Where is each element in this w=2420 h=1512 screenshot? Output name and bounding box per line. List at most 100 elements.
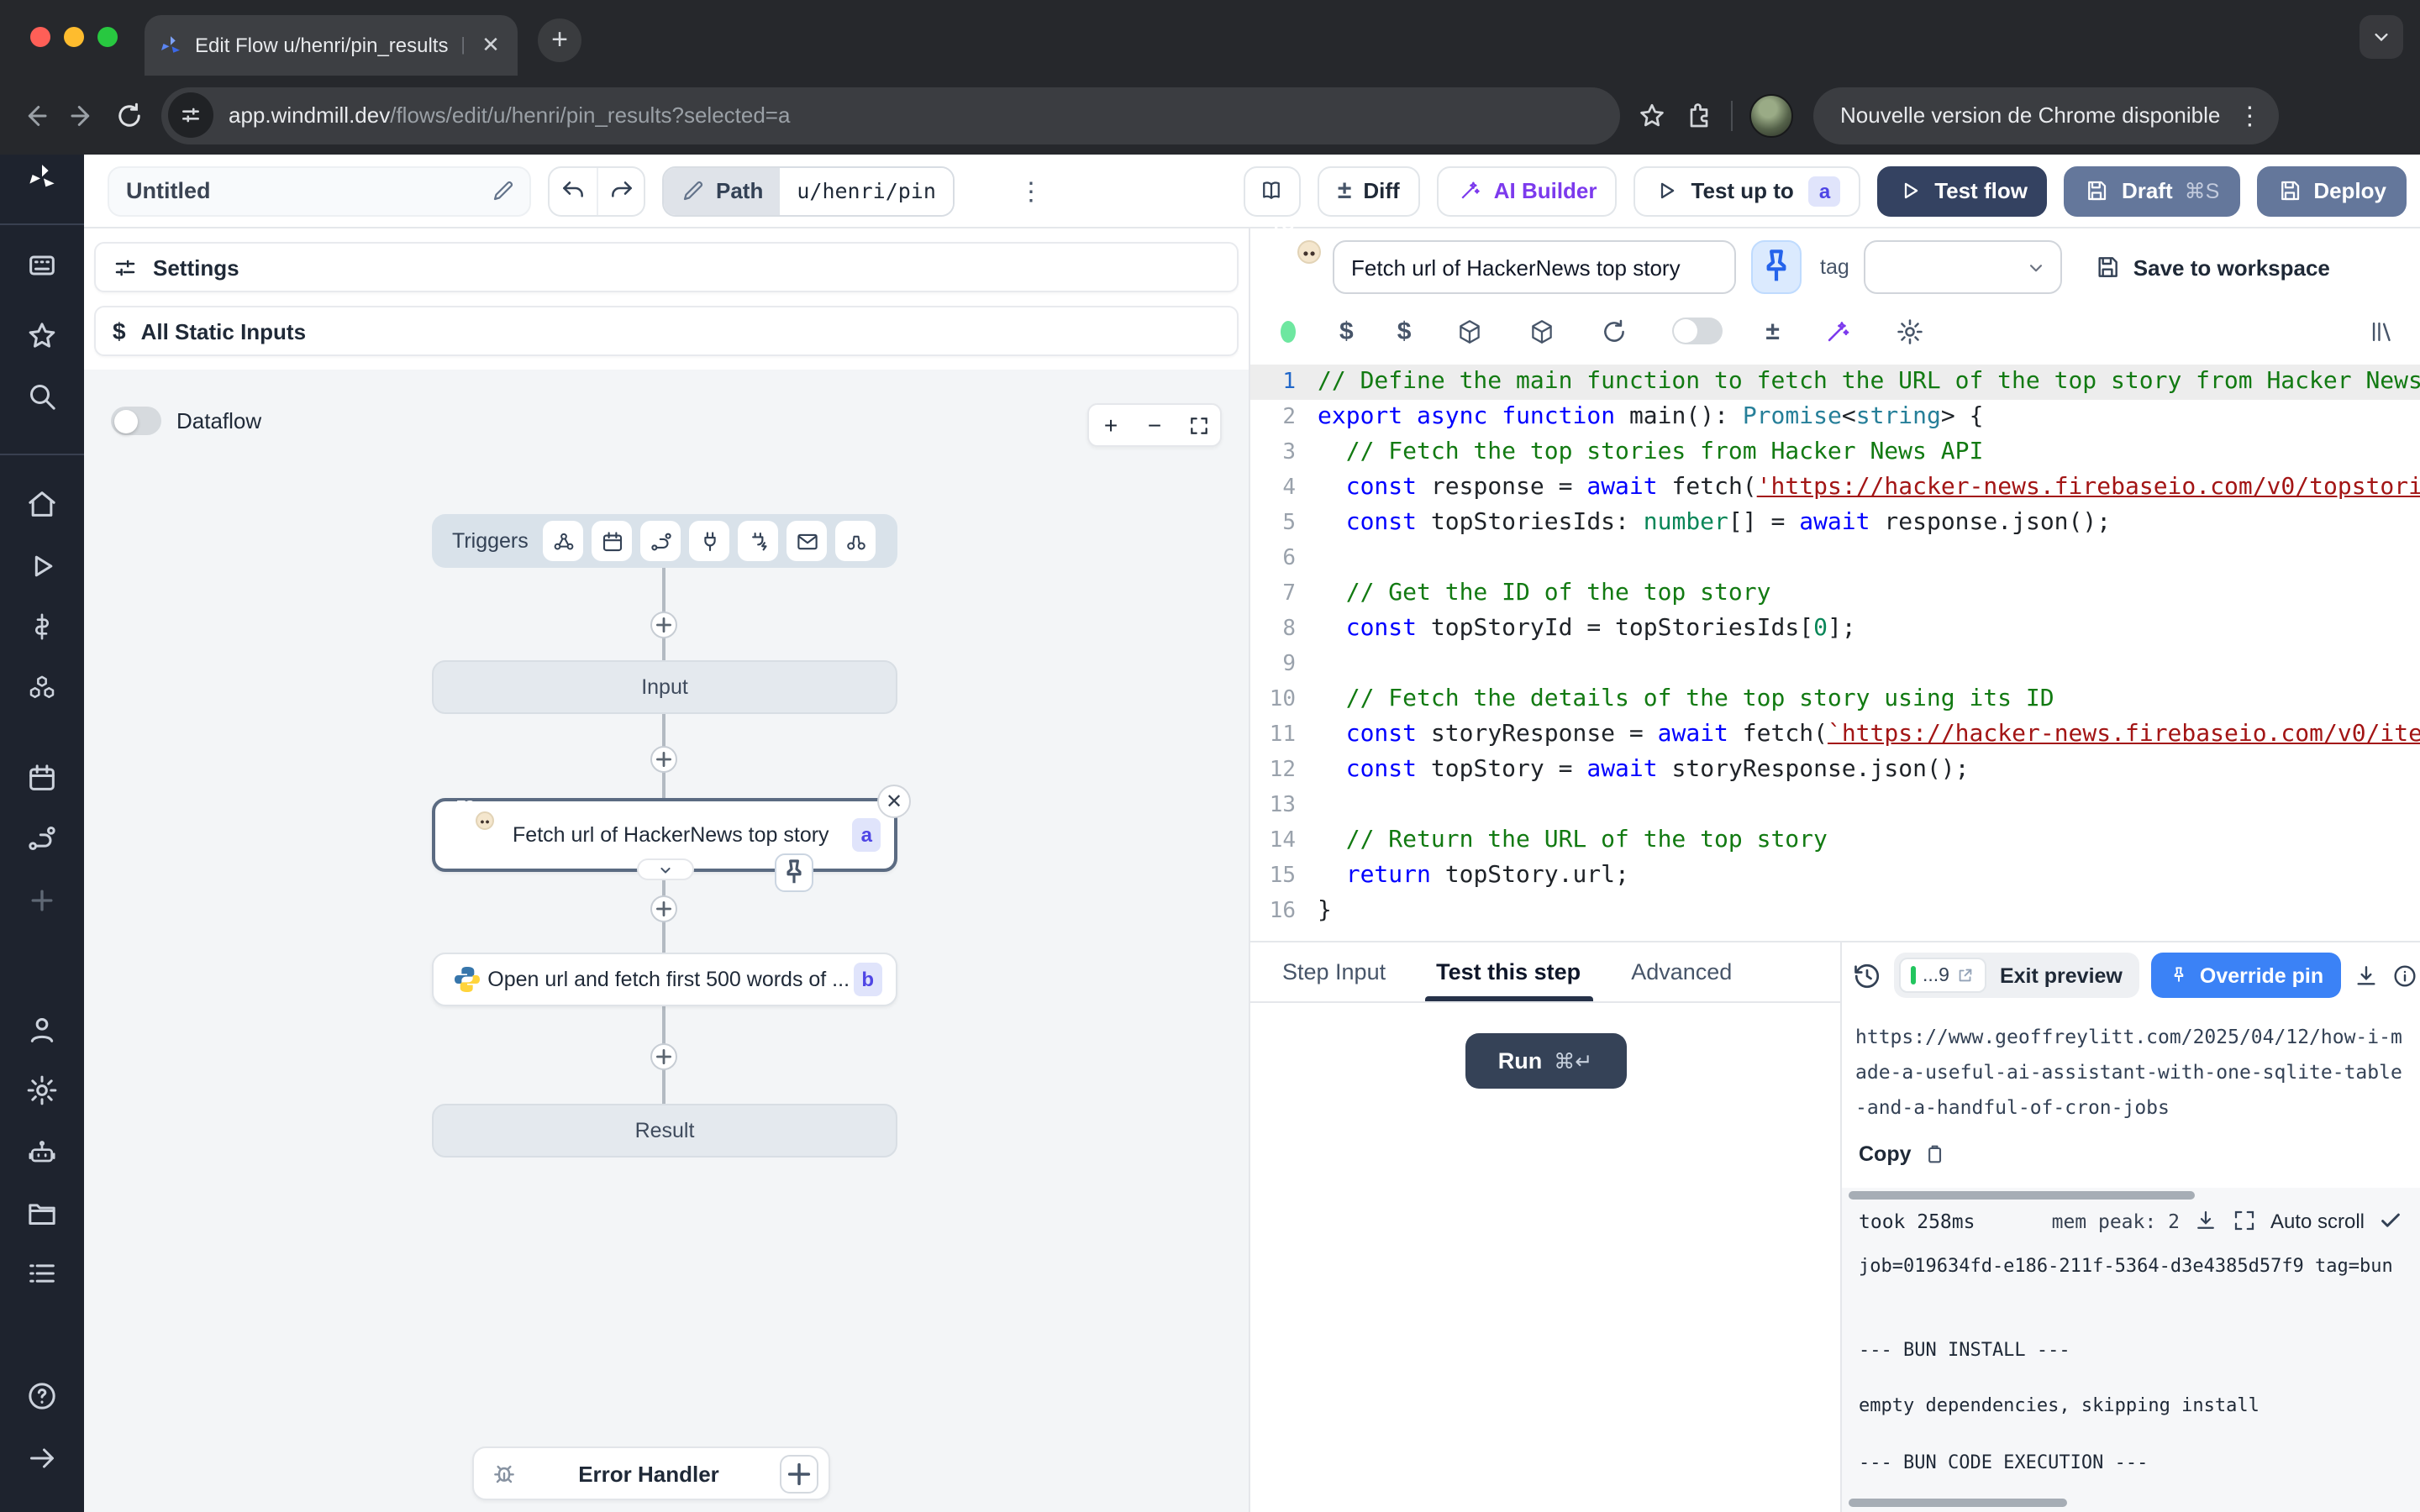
collapse-step-chevron[interactable] — [636, 858, 693, 880]
download-result-icon[interactable] — [2352, 962, 2379, 989]
horizontal-scrollbar[interactable] — [1849, 1499, 2067, 1507]
pin-button[interactable] — [1751, 240, 1802, 294]
diff-mode-icon[interactable]: ± — [1765, 317, 1779, 345]
all-static-inputs-row[interactable]: $ All Static Inputs — [94, 306, 1239, 356]
sidebar-item-routes-icon[interactable] — [25, 822, 59, 855]
sidebar-item-search-icon[interactable] — [25, 380, 59, 413]
dollar-icon[interactable]: $ — [1339, 317, 1354, 345]
remove-step-icon[interactable]: ✕ — [877, 785, 911, 818]
flow-settings-row[interactable]: Settings — [94, 242, 1239, 292]
library-icon[interactable] — [2368, 317, 2396, 345]
status-dot-icon[interactable] — [1281, 320, 1296, 342]
poll-trigger-icon[interactable] — [836, 521, 876, 561]
code-line-4[interactable]: 4 const response = await fetch('https://… — [1250, 470, 2420, 506]
horizontal-scrollbar[interactable] — [1849, 1191, 2195, 1200]
address-bar[interactable]: app.windmill.dev/flows/edit/u/henri/pin_… — [161, 87, 1620, 144]
code-line-5[interactable]: 5 const topStoriesIds: number[] = await … — [1250, 506, 2420, 541]
exit-preview-button[interactable]: Exit preview — [2000, 963, 2134, 987]
fit-view-button[interactable] — [1176, 403, 1220, 447]
sidebar-item-collapse-icon[interactable] — [25, 1441, 59, 1475]
result-url-text[interactable]: https://www.geoffreylitt.com/2025/04/12/… — [1855, 1020, 2407, 1126]
docs-book-button[interactable] — [1244, 165, 1301, 216]
webhook-trigger-icon[interactable] — [544, 521, 584, 561]
override-pin-button[interactable]: Override pin — [2151, 953, 2340, 998]
reload-button[interactable] — [114, 100, 145, 130]
sidebar-item-help-icon[interactable] — [25, 1379, 59, 1413]
toggle-icon[interactable] — [1671, 318, 1722, 344]
info-circle-icon[interactable] — [2391, 962, 2417, 989]
run-button[interactable]: Run ⌘↵ — [1465, 1033, 1626, 1089]
copy-result-button[interactable]: Copy — [1859, 1142, 2407, 1166]
input-node[interactable]: Input — [432, 660, 897, 714]
maximize-window-button[interactable] — [97, 27, 118, 47]
tab-close-icon[interactable]: ✕ — [477, 32, 504, 59]
browser-tab[interactable]: Edit Flow u/henri/pin_results | ✕ — [145, 15, 518, 76]
chrome-update-button[interactable]: Nouvelle version de Chrome disponible ⋮ — [1813, 87, 2279, 144]
expand-logs-icon[interactable] — [2232, 1208, 2257, 1233]
code-line-8[interactable]: 8 const topStoryId = topStoriesIds[0]; — [1250, 612, 2420, 647]
extensions-puzzle-icon[interactable] — [1684, 100, 1714, 130]
path-selector[interactable]: Path u/henri/pin — [662, 165, 955, 216]
external-link-icon[interactable] — [1956, 966, 1975, 984]
code-line-15[interactable]: 15 return topStory.url; — [1250, 858, 2420, 894]
sidebar-item-logs-icon[interactable] — [25, 1257, 59, 1290]
sidebar-item-favorites-icon[interactable] — [25, 319, 59, 353]
code-editor[interactable]: 1// Define the main function to fetch th… — [1250, 356, 2420, 941]
code-line-12[interactable]: 12 const topStory = await storyResponse.… — [1250, 753, 2420, 788]
flow-summary-input[interactable]: Untitled — [108, 165, 531, 216]
tab-step-input[interactable]: Step Input — [1260, 942, 1407, 1001]
add-step-button[interactable] — [650, 1043, 677, 1070]
redo-button[interactable] — [597, 167, 644, 214]
package-icon[interactable] — [1455, 317, 1483, 345]
add-step-button[interactable] — [650, 612, 677, 638]
websocket-trigger-icon[interactable] — [690, 521, 730, 561]
profile-avatar[interactable] — [1749, 93, 1793, 137]
more-options-kebab-icon[interactable]: ⋮ — [1012, 176, 1050, 206]
tag-select[interactable] — [1865, 240, 2063, 294]
dollar-icon[interactable]: $ — [1397, 317, 1412, 345]
step-summary-input[interactable]: Fetch url of HackerNews top story — [1333, 240, 1736, 294]
download-logs-icon[interactable] — [2193, 1208, 2218, 1233]
diff-button[interactable]: ± Diff — [1318, 165, 1420, 216]
code-line-14[interactable]: 14 // Return the URL of the top story — [1250, 823, 2420, 858]
pin-badge-icon[interactable] — [775, 853, 813, 892]
code-line-10[interactable]: 10 // Fetch the details of the top story… — [1250, 682, 2420, 717]
sidebar-item-variables-icon[interactable] — [25, 610, 59, 643]
sidebar-item-settings-icon[interactable] — [25, 1074, 59, 1107]
code-line-7[interactable]: 7 // Get the ID of the top story — [1250, 576, 2420, 612]
window-menu-button[interactable] — [2360, 15, 2403, 59]
sidebar-item-apps-icon[interactable] — [25, 249, 59, 282]
test-up-to-button[interactable]: Test up to a — [1634, 165, 1861, 216]
bookmark-star-icon[interactable] — [1637, 100, 1667, 130]
email-trigger-icon[interactable] — [787, 521, 828, 561]
step-node-a[interactable]: TS Fetch url of HackerNews top story a ✕ — [432, 798, 897, 872]
ai-builder-button[interactable]: AI Builder — [1437, 165, 1618, 216]
deploy-button[interactable]: Deploy — [2256, 165, 2407, 216]
sidebar-item-workers-icon[interactable] — [25, 1136, 59, 1169]
reset-icon[interactable] — [1599, 317, 1628, 345]
package-icon[interactable] — [1527, 317, 1555, 345]
history-icon[interactable] — [1852, 960, 1882, 990]
tab-test-this-step[interactable]: Test this step — [1414, 942, 1602, 1001]
log-lines[interactable]: job=019634fd-e186-211f-5364-d3e4385d57f9… — [1859, 1253, 2403, 1478]
zoom-in-button[interactable]: + — [1089, 403, 1133, 447]
sidebar-item-resources-icon[interactable] — [25, 672, 59, 706]
dataflow-toggle[interactable] — [111, 407, 161, 435]
zoom-out-button[interactable]: − — [1133, 403, 1176, 447]
forward-button[interactable] — [67, 100, 97, 130]
sidebar-item-folders-icon[interactable] — [25, 1196, 59, 1230]
ai-assist-icon[interactable] — [1823, 317, 1852, 345]
tab-advanced[interactable]: Advanced — [1609, 942, 1754, 1001]
chrome-menu-kebab-icon[interactable]: ⋮ — [2237, 100, 2262, 130]
error-handler-node[interactable]: Error Handler — [472, 1446, 830, 1500]
test-flow-button[interactable]: Test flow — [1877, 165, 2048, 216]
minimize-window-button[interactable] — [64, 27, 84, 47]
site-settings-icon[interactable] — [168, 92, 213, 138]
code-line-11[interactable]: 11 const storyResponse = await fetch(`ht… — [1250, 717, 2420, 753]
save-to-workspace-button[interactable]: Save to workspace — [2095, 254, 2330, 281]
kafka-trigger-icon[interactable] — [739, 521, 779, 561]
triggers-node[interactable]: Triggers — [432, 514, 897, 568]
sidebar-item-runs-icon[interactable] — [25, 549, 59, 583]
code-line-3[interactable]: 3 // Fetch the top stories from Hacker N… — [1250, 435, 2420, 470]
code-line-2[interactable]: 2export async function main(): Promise<s… — [1250, 400, 2420, 435]
